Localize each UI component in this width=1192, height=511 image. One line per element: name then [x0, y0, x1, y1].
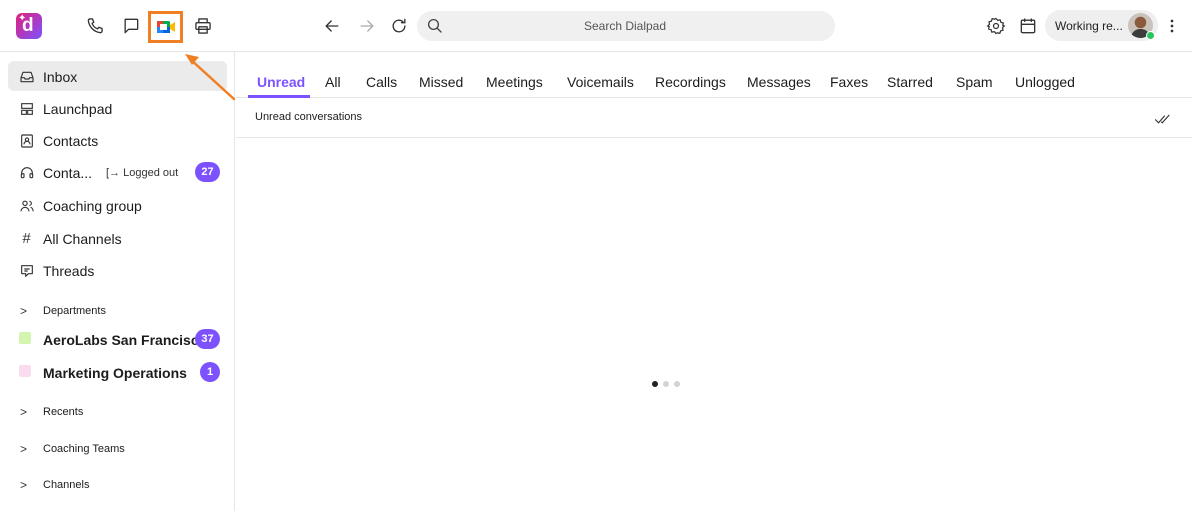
status-label: Working re...: [1055, 19, 1123, 33]
tab-recordings[interactable]: Recordings: [655, 74, 726, 98]
loading-indicator: [652, 381, 692, 391]
sidebar-item-label: Coaching group: [43, 198, 142, 214]
active-tab-indicator: [248, 95, 310, 98]
section-recents[interactable]: > Recents: [8, 399, 227, 425]
department-color: [19, 332, 31, 344]
section-coaching-teams[interactable]: > Coaching Teams: [8, 436, 227, 462]
mark-all-read-icon[interactable]: [1154, 110, 1172, 128]
sidebar-item-label: Contacts: [43, 133, 99, 149]
department-aerolabs[interactable]: AeroLabs San Francisc... 37: [8, 324, 227, 354]
sidebar: Inbox Launchpad Contacts Conta... [→ Log…: [0, 52, 235, 511]
inbox-tabs: Unread All Calls Missed Meetings Voicema…: [236, 52, 1192, 98]
sidebar-item-all-channels[interactable]: # All Channels: [8, 223, 227, 253]
coaching-group-icon: [18, 197, 35, 214]
threads-icon: [18, 262, 35, 279]
department-label: Marketing Operations: [43, 365, 187, 381]
presence-indicator: [1146, 31, 1155, 40]
sidebar-item-coaching-group[interactable]: Coaching group: [8, 190, 227, 220]
launchpad-icon: [18, 100, 35, 117]
section-label: Recents: [43, 406, 84, 418]
list-heading: Unread conversations: [255, 111, 363, 123]
dialpad-logo[interactable]: ✦ d: [16, 13, 42, 39]
section-channels[interactable]: > Channels: [8, 472, 227, 498]
chevron-right-icon: >: [20, 304, 28, 318]
logged-out-status: [→ Logged out: [106, 167, 178, 179]
loader-dot: [663, 381, 669, 387]
forward-arrow-icon[interactable]: [355, 14, 379, 38]
loader-dot: [674, 381, 680, 387]
sidebar-item-label: Launchpad: [43, 101, 113, 117]
status-selector[interactable]: Working re...: [1045, 10, 1158, 41]
contacts-icon: [18, 132, 35, 149]
tab-missed[interactable]: Missed: [419, 74, 463, 98]
logged-out-label: Logged out: [123, 167, 179, 179]
hash-icon: #: [22, 230, 31, 247]
sidebar-item-contact-center[interactable]: Conta... [→ Logged out 27: [8, 157, 227, 187]
conversation-list-header: Unread conversations: [236, 99, 1192, 138]
sidebar-item-contacts[interactable]: Contacts: [8, 125, 227, 155]
tab-spam[interactable]: Spam: [956, 74, 993, 98]
sidebar-item-label: Inbox: [43, 69, 78, 85]
chevron-right-icon: >: [20, 405, 28, 419]
search-icon: [427, 18, 442, 33]
section-label: Channels: [43, 479, 90, 491]
sidebar-item-label: All Channels: [43, 231, 122, 247]
search-bar[interactable]: [417, 11, 835, 41]
tab-voicemails[interactable]: Voicemails: [567, 74, 634, 98]
chevron-right-icon: >: [20, 478, 28, 492]
loader-dot: [652, 381, 658, 387]
sidebar-item-label: Threads: [43, 263, 95, 279]
logo-letter: d: [22, 15, 34, 36]
unread-badge: 37: [195, 329, 220, 349]
reload-icon[interactable]: [387, 14, 411, 38]
top-bar: ✦ d Working re...: [0, 0, 1192, 52]
section-label: Departments: [43, 305, 106, 317]
tab-faxes[interactable]: Faxes: [830, 74, 868, 98]
tab-all[interactable]: All: [325, 74, 341, 98]
google-meet-icon: [156, 21, 175, 33]
unread-badge: 27: [195, 162, 220, 182]
search-input[interactable]: [457, 11, 793, 41]
unread-badge: 1: [200, 362, 220, 382]
section-departments[interactable]: > Departments: [8, 298, 227, 324]
department-color: [19, 365, 31, 377]
chat-icon[interactable]: [119, 14, 143, 38]
department-label: AeroLabs San Francisc...: [43, 332, 211, 348]
annotation-arrow: [185, 54, 236, 101]
tab-calls[interactable]: Calls: [366, 74, 397, 98]
print-icon[interactable]: [191, 14, 215, 38]
headset-icon: [18, 164, 35, 181]
tab-messages[interactable]: Messages: [747, 74, 811, 98]
back-arrow-icon[interactable]: [320, 14, 344, 38]
logout-icon: [→: [106, 167, 121, 179]
sidebar-item-threads[interactable]: Threads: [8, 255, 227, 285]
chevron-right-icon: >: [20, 442, 28, 456]
section-label: Coaching Teams: [43, 443, 125, 455]
more-vertical-icon[interactable]: [1160, 14, 1184, 38]
phone-icon[interactable]: [83, 14, 107, 38]
tab-meetings[interactable]: Meetings: [486, 74, 543, 98]
tab-unlogged[interactable]: Unlogged: [1015, 74, 1075, 98]
sidebar-item-label: Conta...: [43, 165, 93, 181]
gear-icon[interactable]: [984, 14, 1008, 38]
tab-starred[interactable]: Starred: [887, 74, 933, 98]
google-meet-button[interactable]: [148, 11, 183, 43]
calendar-icon[interactable]: [1016, 14, 1040, 38]
department-marketing-operations[interactable]: Marketing Operations 1: [8, 357, 227, 387]
inbox-icon: [18, 68, 35, 85]
